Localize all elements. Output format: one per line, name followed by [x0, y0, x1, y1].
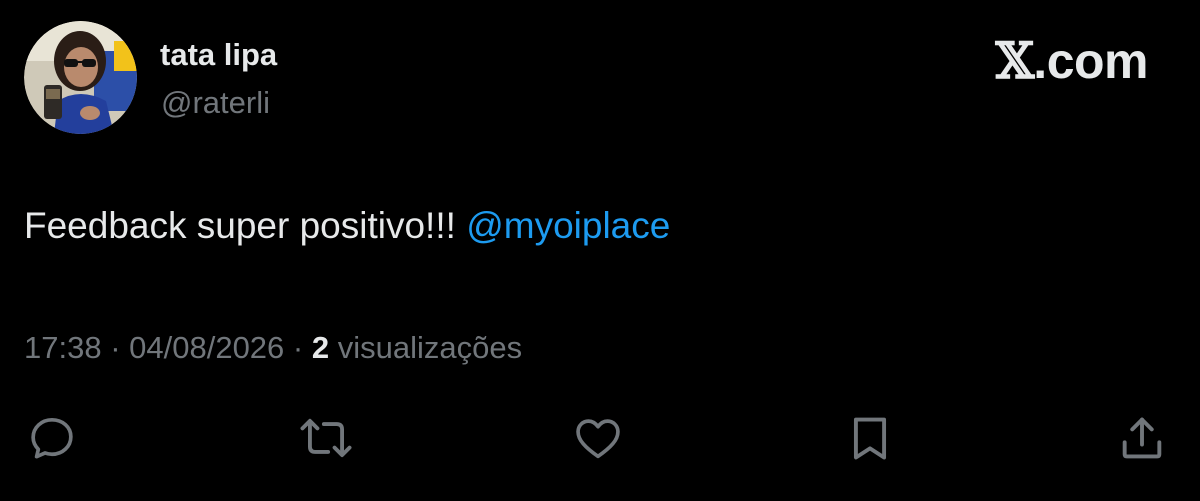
share-icon: [1122, 417, 1162, 459]
bookmark-icon: [853, 417, 887, 460]
avatar[interactable]: [24, 21, 137, 134]
author-name[interactable]: tata lipa: [160, 36, 277, 74]
tweet-card: tata lipa @raterli 𝕏.com Feedback super …: [0, 0, 1200, 501]
repost-icon: [300, 418, 352, 458]
views-label: visualizações: [329, 330, 523, 365]
heart-icon: [576, 419, 620, 459]
reply-icon: [31, 417, 73, 459]
repost-button[interactable]: [296, 408, 356, 468]
author-handle[interactable]: @raterli: [161, 84, 270, 122]
brand-domain: .com: [1033, 33, 1148, 89]
views-count: 2: [311, 330, 330, 365]
tweet-body: Feedback super positivo!!!: [24, 205, 467, 246]
tweet-text: Feedback super positivo!!! @myoiplace: [24, 204, 670, 248]
tweet-meta: 17:38 · 04/08/2026 · 2 visualizações: [24, 329, 522, 367]
brand-logo: 𝕏.com: [995, 31, 1149, 90]
like-button[interactable]: [568, 408, 628, 468]
meta-separator-2: ·: [284, 330, 312, 365]
tweet-time[interactable]: 17:38: [24, 330, 102, 365]
meta-separator: ·: [101, 330, 130, 365]
mention-link[interactable]: @myoiplace: [466, 205, 670, 246]
x-logo-icon: 𝕏: [995, 31, 1035, 90]
tweet-date[interactable]: 04/08/2026: [129, 330, 284, 365]
avatar-photo: [24, 21, 137, 134]
action-bar: [0, 408, 1200, 468]
reply-button[interactable]: [22, 408, 82, 468]
share-button[interactable]: [1112, 408, 1172, 468]
bookmark-button[interactable]: [840, 408, 900, 468]
